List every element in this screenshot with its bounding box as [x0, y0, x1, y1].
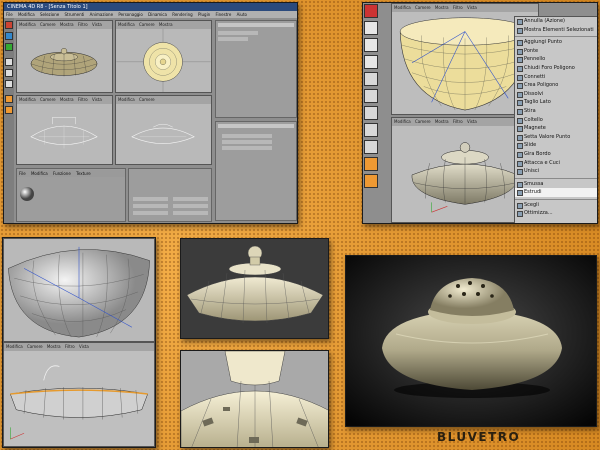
coordinates-manager[interactable] [128, 168, 212, 222]
ctx-annulla[interactable]: Annulla (Azione) [515, 17, 597, 26]
viewport-underside-shaded[interactable] [3, 238, 155, 342]
closeup-pot-wireframe [181, 351, 328, 447]
menu-finestre[interactable]: Finestre [216, 12, 232, 17]
ctx-crea-poligono[interactable]: Crea Poligono [515, 81, 597, 90]
edges-mode-icon[interactable] [364, 140, 378, 154]
menu-strumenti[interactable]: Strumenti [65, 12, 85, 17]
rotate-tool-icon[interactable] [364, 55, 378, 69]
pot-final-render [346, 256, 596, 426]
menu-rendering[interactable]: Rendering [172, 12, 192, 17]
viewport-front[interactable]: Modifica Camere Mostra Filtro Vista [16, 95, 113, 165]
ctx-ottimizza[interactable]: Ottimizza... [515, 209, 597, 218]
ctx-taglio-lato[interactable]: Taglio Lato [515, 98, 597, 107]
closeup-pot-preview [180, 350, 329, 448]
texture-mode-icon[interactable] [364, 157, 378, 171]
menu-plugin[interactable]: Plugin [198, 12, 210, 17]
viewport-perspective[interactable]: Modifica Camere Mostra Filtro Vista [16, 20, 113, 93]
checker-icon[interactable] [364, 106, 378, 120]
viewport-top[interactable]: Modifica Camere Mostra [115, 20, 212, 93]
lowpoly-pot-render [186, 245, 324, 324]
menu-modifica[interactable]: Modifica [18, 12, 35, 17]
viewport-window-context-menu: Modifica Camere Mostra Filtro Vista Modi… [362, 2, 598, 224]
pot-wireframe-shaded [30, 48, 98, 77]
ctx-dissolvi[interactable]: Dissolvi [515, 90, 597, 99]
menu-separator [515, 176, 597, 179]
ctx-aggiungi-punto[interactable]: Aggiungi Punto [515, 38, 597, 47]
ctx-smussa[interactable]: Smussa [515, 180, 597, 189]
underside-viewport-window: Modifica Camere Mostra Filtro Vista [2, 237, 156, 448]
model-mode-icon[interactable] [364, 174, 378, 188]
scale-tool-icon[interactable] [5, 32, 13, 40]
rotate-tool-icon[interactable] [5, 43, 13, 51]
points-mode-icon[interactable] [364, 123, 378, 137]
grid-view-icon[interactable] [364, 72, 378, 86]
menu-animazione[interactable]: Animazione [90, 12, 113, 17]
ctx-attacca-cuci[interactable]: Attacca e Cuci [515, 159, 597, 168]
scale-tool-icon[interactable] [364, 38, 378, 52]
edges-mode-icon[interactable] [5, 69, 13, 77]
pot-top-view [116, 28, 211, 92]
viewport-side[interactable]: Modifica Camere [115, 95, 212, 165]
ctx-connetti[interactable]: Connetti [515, 73, 597, 82]
menu-file[interactable]: File [6, 12, 13, 17]
cinema4d-main-window: CINEMA 4D R8 - [Senza Titolo 1] File Mod… [3, 2, 298, 224]
pot-front-profile [9, 365, 149, 440]
polygons-mode-icon[interactable] [5, 80, 13, 88]
material-manager[interactable]: File Modifica Funzione Texture [16, 168, 126, 222]
context-menu: Annulla (Azione) Mostra Elementi Selezio… [514, 16, 597, 223]
ctx-chiudi-foro[interactable]: Chiudi Foro Poligono [515, 64, 597, 73]
attribute-manager[interactable] [215, 121, 297, 221]
ctx-stira[interactable]: Stira [515, 107, 597, 116]
final-render [345, 255, 597, 427]
ctx-slide[interactable]: Slide [515, 141, 597, 150]
nav-tool-icon[interactable] [364, 4, 378, 18]
lowpoly-pot-preview [180, 238, 329, 339]
pot-side-wireframe [131, 123, 195, 144]
pot-front-wireframe [30, 117, 98, 149]
main-menu-bar: File Modifica Selezione Strumenti Animaz… [4, 11, 297, 18]
menu-personaggio[interactable]: Personaggio [118, 12, 143, 17]
ctx-estrudi[interactable]: Estrudi [515, 188, 597, 197]
model-mode-icon[interactable] [5, 95, 13, 103]
render-title: BLUVETRO [437, 430, 521, 444]
texture-mode-icon[interactable] [5, 106, 13, 114]
ctx-pennello[interactable]: Pennello [515, 55, 597, 64]
menu-separator [515, 34, 597, 38]
vertical-toolbar [364, 4, 378, 191]
left-toolbar [4, 18, 14, 223]
ctx-setta-valore[interactable]: Setta Valore Punto [515, 133, 597, 142]
material-sphere-icon [20, 187, 34, 201]
window-title-bar: CINEMA 4D R8 - [Senza Titolo 1] [4, 3, 297, 11]
quad-view-icon[interactable] [364, 89, 378, 103]
ctx-coltello[interactable]: Coltello [515, 116, 597, 125]
ctx-scegli[interactable]: Scegli [515, 201, 597, 210]
move-tool-icon[interactable] [364, 21, 378, 35]
ctx-gira-bordo[interactable]: Gira Bordo [515, 150, 597, 159]
ctx-unisci[interactable]: Unisci [515, 167, 597, 176]
move-tool-icon[interactable] [5, 21, 13, 29]
viewport-front-profile[interactable]: Modifica Camere Mostra Filtro Vista [3, 342, 155, 447]
ctx-mostra-selezionati[interactable]: Mostra Elementi Selezionati [515, 26, 597, 35]
pot-underside-shaded [8, 246, 150, 338]
ctx-ponte[interactable]: Ponte [515, 47, 597, 56]
ctx-magnete[interactable]: Magnete [515, 124, 597, 133]
menu-dinamica[interactable]: Dinamica [148, 12, 167, 17]
menu-aiuto[interactable]: Aiuto [237, 12, 247, 17]
object-manager[interactable] [215, 20, 297, 118]
points-mode-icon[interactable] [5, 58, 13, 66]
menu-separator [515, 197, 597, 200]
menu-selezione[interactable]: Selezione [40, 12, 59, 17]
